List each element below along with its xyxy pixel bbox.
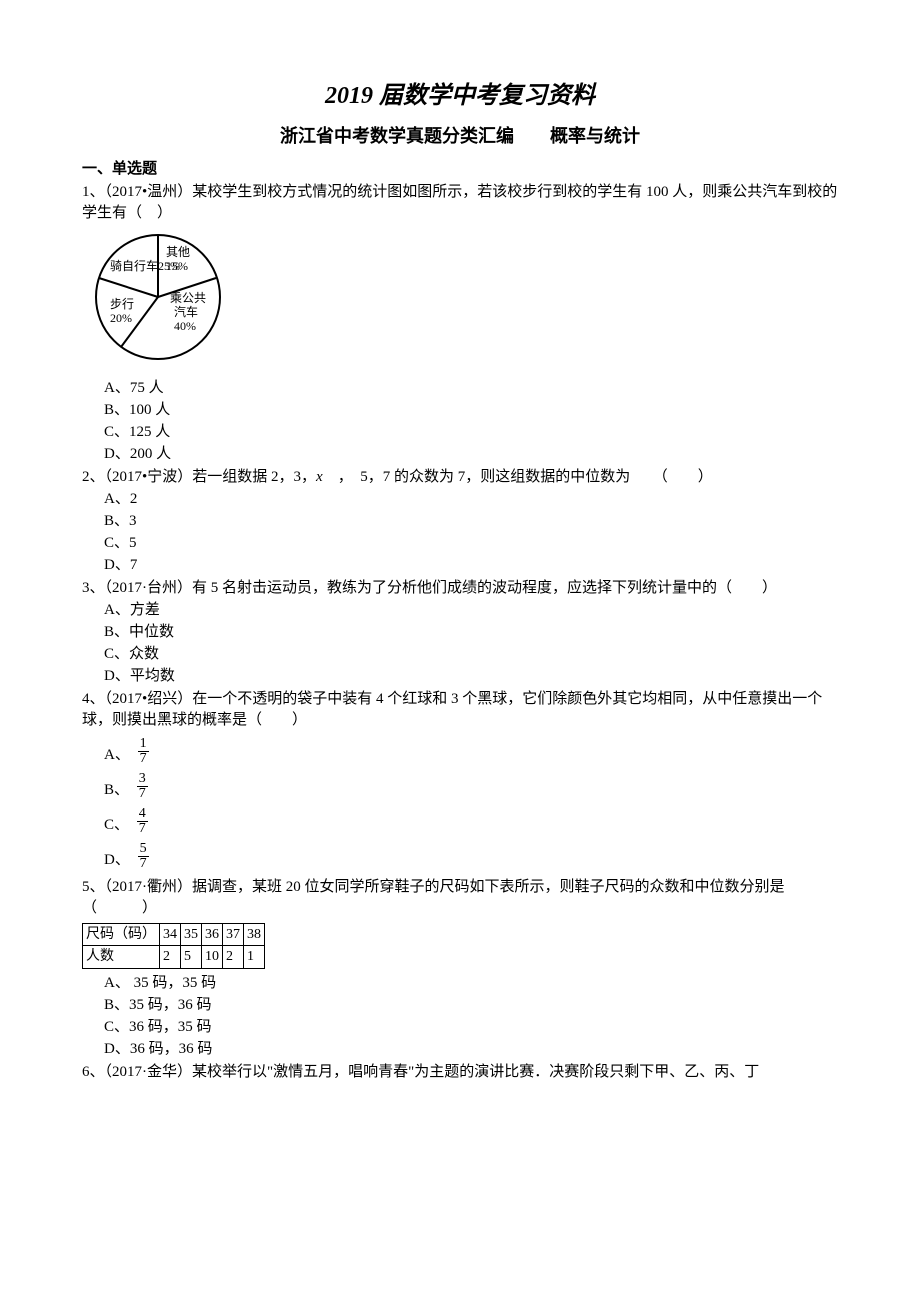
question-5-stem: 5、（2017·衢州）据调查，某班 20 位女同学所穿鞋子的尺码如下表所示，则鞋… [82, 877, 838, 919]
size-cell: 35 [181, 923, 202, 946]
q1-option-b: B、100 人 [82, 400, 838, 421]
question-4-stem: 4、（2017•绍兴）在一个不透明的袋子中装有 4 个红球和 3 个黑球，它们除… [82, 689, 838, 731]
q1-option-a: A、75 人 [82, 378, 838, 399]
q4-d-letter: D、 [104, 852, 130, 868]
question-3-stem: 3、（2017·台州）有 5 名射击运动员，教练为了分析他们成绩的波动程度，应选… [82, 578, 838, 599]
count-cell: 10 [202, 946, 223, 969]
q4-option-c: C、 47 [82, 807, 838, 836]
question-1-stem: 1、（2017•温州）某校学生到校方式情况的统计图如图所示，若该校步行到校的学生… [82, 182, 838, 224]
sub-title: 浙江省中考数学真题分类汇编 概率与统计 [82, 124, 838, 149]
question-2-stem: 2、（2017•宁波）若一组数据 2，3，x ， 5，7 的众数为 7，则这组数… [82, 467, 838, 488]
count-cell: 2 [160, 946, 181, 969]
q2-option-a: A、2 [82, 489, 838, 510]
q5-option-c: C、36 码，35 码 [82, 1017, 838, 1038]
th-count: 人数 [83, 946, 160, 969]
q3-option-c: C、众数 [82, 644, 838, 665]
q3-option-b: B、中位数 [82, 622, 838, 643]
q4-option-d: D、 57 [82, 842, 838, 871]
q2-option-d: D、7 [82, 555, 838, 576]
count-cell: 5 [181, 946, 202, 969]
count-cell: 1 [244, 946, 265, 969]
q2-stem-a: 2、（2017•宁波）若一组数据 2，3， [82, 469, 316, 485]
pie-label-other-1: 其他 [166, 245, 190, 259]
q2-option-b: B、3 [82, 511, 838, 532]
q4-c-num: 4 [137, 807, 148, 822]
main-title: 2019 届数学中考复习资料 [82, 80, 838, 114]
q4-a-letter: A、 [104, 747, 130, 763]
pie-label-walk-1: 步行 [110, 297, 134, 311]
q4-b-num: 3 [137, 772, 148, 787]
pie-label-walk-2: 20% [110, 311, 132, 325]
fraction-icon: 57 [138, 842, 149, 871]
q5-option-a: A、 35 码，35 码 [82, 973, 838, 994]
th-size: 尺码（码） [83, 923, 160, 946]
q4-b-letter: B、 [104, 782, 129, 798]
q4-b-den: 7 [137, 787, 148, 801]
q5-option-d: D、36 码，36 码 [82, 1039, 838, 1060]
q3-option-d: D、平均数 [82, 666, 838, 687]
section-heading: 一、单选题 [82, 159, 838, 180]
pie-label-other-2: 15% [166, 259, 188, 273]
q2-stem-b: ， 5，7 的众数为 7，则这组数据的中位数为 （ ） [323, 469, 713, 485]
fraction-icon: 47 [137, 807, 148, 836]
pie-chart-svg: 骑自行车25% 其他 15% 乘公共 汽车 40% 步行 20% [88, 230, 228, 365]
size-cell: 37 [223, 923, 244, 946]
size-cell: 38 [244, 923, 265, 946]
question-6-stem: 6、（2017·金华）某校举行以"激情五月，唱响青春"为主题的演讲比赛．决赛阶段… [82, 1062, 838, 1083]
q4-d-num: 5 [138, 842, 149, 857]
pie-chart: 骑自行车25% 其他 15% 乘公共 汽车 40% 步行 20% [88, 230, 838, 372]
pie-label-bus-3: 40% [174, 319, 196, 333]
size-cell: 34 [160, 923, 181, 946]
q3-option-a: A、方差 [82, 600, 838, 621]
q4-c-letter: C、 [104, 817, 129, 833]
q4-option-a: A、 17 [82, 737, 838, 766]
fraction-icon: 37 [137, 772, 148, 801]
q4-c-den: 7 [137, 822, 148, 836]
count-cell: 2 [223, 946, 244, 969]
q4-a-den: 7 [138, 752, 149, 766]
fraction-icon: 17 [138, 737, 149, 766]
q4-d-den: 7 [138, 857, 149, 871]
q1-option-c: C、125 人 [82, 422, 838, 443]
pie-label-bus-2: 汽车 [174, 304, 198, 319]
q2-option-c: C、5 [82, 533, 838, 554]
q2-x: x [316, 469, 323, 485]
size-cell: 36 [202, 923, 223, 946]
table-row: 尺码（码） 34 35 36 37 38 [83, 923, 265, 946]
q4-a-num: 1 [138, 737, 149, 752]
q5-option-b: B、35 码，36 码 [82, 995, 838, 1016]
q4-option-b: B、 37 [82, 772, 838, 801]
pie-label-bus-1: 乘公共 [170, 291, 206, 305]
shoe-size-table: 尺码（码） 34 35 36 37 38 人数 2 5 10 2 1 [82, 923, 265, 969]
table-row: 人数 2 5 10 2 1 [83, 946, 265, 969]
q1-option-d: D、200 人 [82, 444, 838, 465]
